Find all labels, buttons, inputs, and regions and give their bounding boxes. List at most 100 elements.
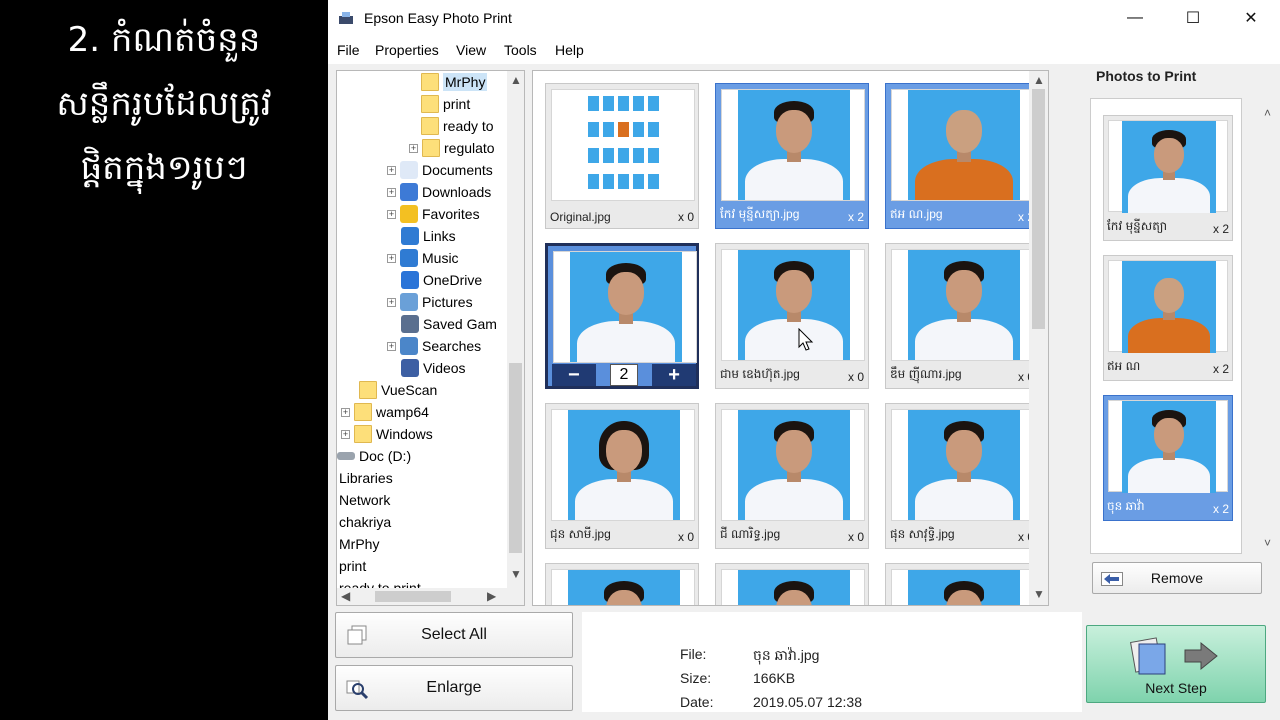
- tree-item[interactable]: + Windows: [341, 423, 433, 445]
- tree-item-label: OneDrive: [423, 272, 483, 288]
- tree-item[interactable]: Libraries: [339, 467, 393, 489]
- close-button[interactable]: ✕: [1228, 0, 1274, 36]
- tree-item[interactable]: + Music: [387, 247, 459, 269]
- size-label: Size:: [680, 670, 712, 686]
- scroll-right-icon[interactable]: ▶: [487, 589, 496, 603]
- ptp-scroll-up-icon[interactable]: ˄: [1264, 106, 1271, 120]
- grid-vertical-scrollbar[interactable]: ▲ ▼: [1029, 71, 1048, 605]
- tree-horizontal-scrollbar[interactable]: ◀ ▶: [337, 588, 524, 605]
- photo-card[interactable]: ឥអ ណ.jpg x 2: [885, 83, 1039, 229]
- tree-item[interactable]: Doc (D:): [337, 445, 411, 467]
- print-queue-name: ចុន ឆាវ៉ា: [1107, 499, 1145, 513]
- grid-scroll-up-icon[interactable]: ▲: [1033, 73, 1045, 87]
- minimize-button[interactable]: —: [1112, 0, 1158, 36]
- tree-item-label: Pictures: [422, 294, 473, 310]
- portrait-photo: [908, 570, 1020, 605]
- expand-toggle-icon[interactable]: +: [341, 407, 350, 417]
- expand-toggle-icon[interactable]: +: [387, 209, 396, 219]
- tree-item[interactable]: VueScan: [359, 379, 437, 401]
- print-queue-card[interactable]: ឥអ ណ x 2: [1103, 255, 1233, 381]
- photo-card[interactable]: ជី ណារិទ្ធ.jpg x 0: [715, 403, 869, 549]
- next-step-button[interactable]: Next Step: [1086, 625, 1266, 703]
- select-all-button[interactable]: Select All: [335, 612, 573, 658]
- photos-to-print-panel: Photos to Print កែវ មុន្នីសត្យា x 2 ឥអ ណ x …: [1078, 64, 1280, 606]
- tree-item[interactable]: + wamp64: [341, 401, 429, 423]
- photo-card[interactable]: [715, 563, 869, 605]
- decrease-copies-button[interactable]: −: [552, 364, 596, 386]
- increase-copies-button[interactable]: +: [652, 364, 696, 386]
- menu-properties[interactable]: Properties: [375, 42, 439, 58]
- photo-card[interactable]: កែវ មុន្នីសត្យា.jpg x 2: [715, 83, 869, 229]
- expand-toggle-icon[interactable]: +: [341, 429, 350, 439]
- tree-item[interactable]: + Downloads: [387, 181, 491, 203]
- tree-item[interactable]: ready to: [421, 115, 494, 137]
- tree-item[interactable]: print: [339, 555, 366, 577]
- ptp-scroll-down-icon[interactable]: ˅: [1264, 536, 1271, 550]
- expand-toggle-icon[interactable]: +: [387, 165, 396, 175]
- remove-button[interactable]: Remove: [1092, 562, 1262, 594]
- copies-stepper[interactable]: −2 +: [552, 364, 696, 386]
- photo-thumbnail: [551, 89, 695, 201]
- expand-toggle-icon[interactable]: +: [387, 253, 396, 263]
- tree-item[interactable]: + Pictures: [387, 291, 473, 313]
- tree-scroll-thumb[interactable]: [509, 363, 522, 553]
- photo-card[interactable]: Original.jpg x 0: [545, 83, 699, 229]
- tree-item[interactable]: MrPhy: [421, 71, 488, 93]
- grid-scroll-down-icon[interactable]: ▼: [1033, 587, 1045, 601]
- tree-item-label: Links: [423, 228, 456, 244]
- menu-help[interactable]: Help: [555, 42, 584, 58]
- photo-filename: ឥអ ណ.jpg: [890, 207, 943, 221]
- menu-file[interactable]: File: [337, 42, 360, 58]
- photo-copy-count: x 2: [847, 210, 864, 224]
- tree-item[interactable]: + Searches: [387, 335, 481, 357]
- scroll-up-icon[interactable]: ▲: [510, 73, 522, 87]
- menu-bar: File Properties View Tools Help: [328, 36, 1280, 64]
- tree-item[interactable]: OneDrive: [401, 269, 482, 291]
- print-queue-thumbnail: [1108, 120, 1228, 213]
- expand-toggle-icon[interactable]: +: [409, 143, 418, 153]
- portrait-photo: [738, 250, 850, 360]
- photo-card[interactable]: ឌឹម ញ៉ីណារ.jpg x 0: [885, 243, 1039, 389]
- tree-item[interactable]: MrPhy: [339, 533, 379, 555]
- folder-tree[interactable]: MrPhy print ready to + regulato + Documents + Do…: [336, 70, 525, 606]
- tree-item[interactable]: print: [421, 93, 470, 115]
- photo-card[interactable]: ផុន សាវុទ្ធិ.jpg x 0: [885, 403, 1039, 549]
- tree-item[interactable]: + Documents: [387, 159, 493, 181]
- tree-item[interactable]: + Favorites: [387, 203, 480, 225]
- tree-item[interactable]: Network: [339, 489, 390, 511]
- tree-item[interactable]: chakriya: [339, 511, 391, 533]
- expand-toggle-icon[interactable]: +: [387, 341, 396, 351]
- photo-copy-count: x 0: [847, 530, 864, 544]
- tree-item[interactable]: + regulato: [409, 137, 495, 159]
- copies-value[interactable]: 2: [609, 364, 639, 386]
- expand-toggle-icon[interactable]: +: [387, 187, 396, 197]
- scroll-down-icon[interactable]: ▼: [510, 567, 522, 581]
- photo-copy-count: x 0: [677, 210, 694, 224]
- grid-scroll-thumb[interactable]: [1032, 89, 1045, 329]
- app-window: Epson Easy Photo Print — ☐ ✕ File Proper…: [328, 0, 1280, 720]
- photo-grid[interactable]: Original.jpg x 0 កែវ មុន្នីសត្យា.jpg x 2 ឥអ …: [532, 70, 1049, 606]
- print-queue-card[interactable]: កែវ មុន្នីសត្យា x 2: [1103, 115, 1233, 241]
- tree-item[interactable]: Videos: [401, 357, 466, 379]
- photo-card[interactable]: [545, 563, 699, 605]
- photo-thumbnail: [891, 249, 1035, 361]
- photos-to-print-list[interactable]: កែវ មុន្នីសត្យា x 2 ឥអ ណ x 2 ចុន ឆាវ៉ា x 2: [1090, 98, 1242, 554]
- expand-toggle-icon[interactable]: +: [387, 297, 396, 307]
- tree-vertical-scrollbar[interactable]: ▲ ▼: [507, 71, 524, 589]
- tree-item[interactable]: Links: [401, 225, 456, 247]
- tree-item[interactable]: Saved Gam: [401, 313, 497, 335]
- enlarge-button[interactable]: Enlarge: [335, 665, 573, 711]
- menu-tools[interactable]: Tools: [504, 42, 537, 58]
- tree-item-label: regulato: [444, 140, 495, 156]
- portrait-photo: [738, 90, 850, 200]
- photo-card[interactable]: ជុន សាមី.jpg x 0: [545, 403, 699, 549]
- tree-hscroll-thumb[interactable]: [375, 591, 451, 602]
- scroll-left-icon[interactable]: ◀: [341, 589, 350, 603]
- photo-card[interactable]: ជាម ឧេងហ៊ុត.jpg x 0: [715, 243, 869, 389]
- print-queue-card[interactable]: ចុន ឆាវ៉ា x 2: [1103, 395, 1233, 521]
- tree-item-label: Doc (D:): [359, 448, 412, 464]
- maximize-button[interactable]: ☐: [1170, 0, 1216, 36]
- photo-card[interactable]: [885, 563, 1039, 605]
- menu-view[interactable]: View: [456, 42, 486, 58]
- photo-card[interactable]: −2 +: [545, 243, 699, 389]
